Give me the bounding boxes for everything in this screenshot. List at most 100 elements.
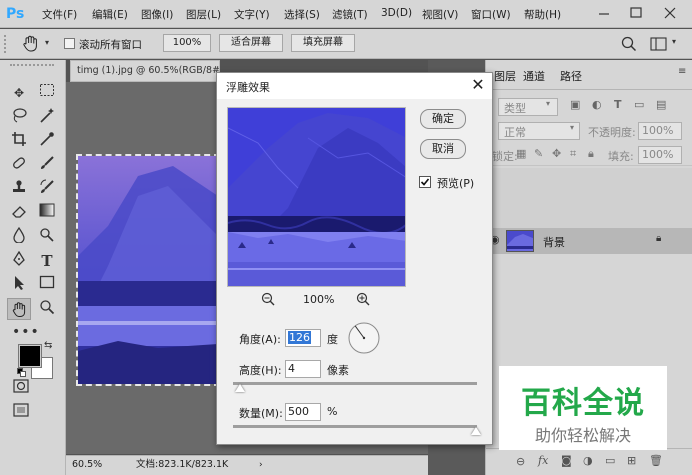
eraser-tool-icon[interactable] (8, 203, 30, 223)
height-label: 高度(H): (239, 364, 282, 377)
brush-tool-icon[interactable] (36, 155, 58, 175)
lock-transparent-icon[interactable]: ▦ (516, 147, 526, 160)
menu-window[interactable]: 窗口(W) (471, 7, 511, 22)
ok-button[interactable]: 确定 (420, 109, 466, 129)
close-icon[interactable]: ✕ (468, 76, 488, 96)
lock-artboard-icon[interactable]: ⌗ (570, 147, 576, 161)
history-brush-icon[interactable] (36, 179, 58, 199)
link-layers-icon[interactable]: ⊖ (516, 455, 525, 468)
scroll-all-label: 滚动所有窗口 (79, 39, 142, 51)
gradient-tool-icon[interactable] (36, 203, 58, 223)
minimize-icon[interactable] (594, 5, 614, 21)
rectangle-tool-icon[interactable] (36, 275, 58, 295)
menu-view[interactable]: 视图(V) (422, 7, 458, 22)
scroll-all-checkbox[interactable] (64, 38, 75, 49)
move-tool-icon[interactable]: ✥ (8, 83, 30, 103)
lasso-tool-icon[interactable] (8, 107, 30, 127)
close-icon[interactable] (660, 5, 680, 21)
filter-type-icon[interactable]: T (614, 98, 622, 111)
filter-smart-icon[interactable]: ▤ (656, 98, 666, 111)
preview-label: 预览(P) (437, 177, 475, 190)
pen-tool-icon[interactable] (8, 250, 30, 271)
dodge-tool-icon[interactable] (36, 227, 58, 247)
height-input[interactable]: 4 (285, 360, 321, 378)
dialog-titlebar[interactable]: 浮雕效果 ✕ (217, 73, 492, 99)
type-tool-icon[interactable]: T (36, 251, 58, 271)
cancel-button[interactable]: 取消 (420, 139, 466, 159)
filter-preview[interactable] (227, 107, 406, 287)
add-mask-icon[interactable]: ◙ (561, 454, 572, 467)
tab-layers[interactable]: 图层 (494, 68, 516, 84)
adjustment-layer-icon[interactable]: ◑ (583, 454, 593, 467)
zoom-in-icon[interactable] (356, 292, 370, 309)
menu-3d[interactable]: 3D(D) (381, 7, 412, 19)
zoom-100-button[interactable]: 100% (163, 34, 211, 52)
panel-menu-icon[interactable]: ≡ (678, 66, 686, 77)
search-icon[interactable] (620, 35, 638, 56)
zoom-out-icon[interactable] (261, 292, 275, 309)
filter-adjust-icon[interactable]: ◐ (592, 98, 602, 111)
default-colors-icon[interactable] (17, 367, 26, 377)
layer-row-background[interactable]: ◉ 背景 🔒︎ (486, 228, 692, 254)
lock-row: 锁定: ▦ ✎ ✥ ⌗ 🔒︎ 填充: 100% (486, 144, 692, 166)
menu-help[interactable]: 帮助(H) (524, 7, 561, 22)
height-slider-track[interactable] (233, 382, 477, 385)
foreground-color-swatch[interactable] (18, 344, 42, 368)
quick-mask-icon[interactable] (10, 379, 32, 399)
group-icon[interactable]: ▭ (605, 454, 615, 467)
workspace-icon[interactable] (650, 36, 668, 55)
screen-mode-icon[interactable] (10, 403, 32, 423)
magic-wand-icon[interactable] (36, 107, 58, 127)
zoom-tool-icon[interactable] (36, 299, 58, 319)
new-layer-icon[interactable]: ⊞ (627, 454, 636, 467)
hand-tool-icon[interactable] (20, 33, 42, 56)
clone-stamp-icon[interactable] (8, 179, 30, 199)
filter-shape-icon[interactable]: ▭ (634, 98, 644, 111)
path-selection-icon[interactable] (8, 275, 30, 295)
layer-style-icon[interactable]: fx (538, 454, 548, 467)
menu-file[interactable]: 文件(F) (42, 7, 77, 22)
angle-input[interactable]: 126 (285, 329, 321, 347)
zoom-level[interactable]: 60.5% (72, 456, 102, 474)
watermark-title: 百科全说 (521, 386, 645, 421)
delete-layer-icon[interactable]: 🗑︎ (649, 454, 663, 467)
healing-brush-icon[interactable] (8, 155, 30, 175)
lock-position-icon[interactable]: ✥ (552, 147, 561, 160)
maximize-icon[interactable] (626, 5, 646, 21)
menu-type[interactable]: 文字(Y) (234, 7, 270, 22)
menu-layer[interactable]: 图层(L) (186, 7, 221, 22)
amount-input[interactable]: 500 (285, 403, 321, 421)
more-tools-icon[interactable]: ••• (12, 324, 40, 340)
marquee-tool-icon[interactable] (36, 83, 58, 103)
fit-screen-button[interactable]: 适合屏幕 (219, 34, 283, 52)
lock-all-icon[interactable]: 🔒︎ (588, 147, 594, 161)
menu-select[interactable]: 选择(S) (284, 7, 320, 22)
status-menu-arrow-icon[interactable]: › (259, 456, 263, 474)
amount-slider-track[interactable] (233, 425, 477, 428)
layer-name[interactable]: 背景 (543, 234, 565, 250)
document-tab[interactable]: timg (1).jpg @ 60.5%(RGB/8#) (70, 60, 220, 82)
hand-tool-button[interactable] (7, 298, 31, 320)
amount-slider-thumb[interactable] (471, 427, 481, 435)
menu-edit[interactable]: 编辑(E) (92, 7, 128, 22)
menu-filter[interactable]: 滤镜(T) (332, 7, 368, 22)
crop-tool-icon[interactable] (8, 131, 30, 151)
menu-image[interactable]: 图像(I) (141, 7, 173, 22)
tab-channels[interactable]: 通道 (523, 68, 545, 84)
blur-tool-icon[interactable] (8, 226, 30, 247)
fill-value: 100% (642, 148, 674, 161)
angle-dial[interactable] (347, 321, 381, 358)
fill-screen-button[interactable]: 填充屏幕 (291, 34, 355, 52)
eyedropper-icon[interactable] (36, 131, 58, 151)
lock-paint-icon[interactable]: ✎ (534, 147, 543, 160)
preview-checkbox[interactable] (419, 176, 431, 188)
height-slider-thumb[interactable] (235, 384, 245, 392)
dropdown-arrow-icon[interactable]: ▾ (45, 38, 49, 47)
filter-row: 类型 ▾ ▣ ◐ T ▭ ▤ (486, 96, 692, 118)
swap-colors-icon[interactable]: ⇆ (44, 340, 52, 351)
tab-paths[interactable]: 路径 (560, 68, 582, 84)
workspace-dropdown-icon[interactable]: ▾ (672, 37, 676, 46)
dialog-title: 浮雕效果 (226, 81, 270, 94)
filter-pixel-icon[interactable]: ▣ (570, 98, 580, 111)
menu-bar: Ps 文件(F) 编辑(E) 图像(I) 图层(L) 文字(Y) 选择(S) 滤… (0, 0, 692, 28)
